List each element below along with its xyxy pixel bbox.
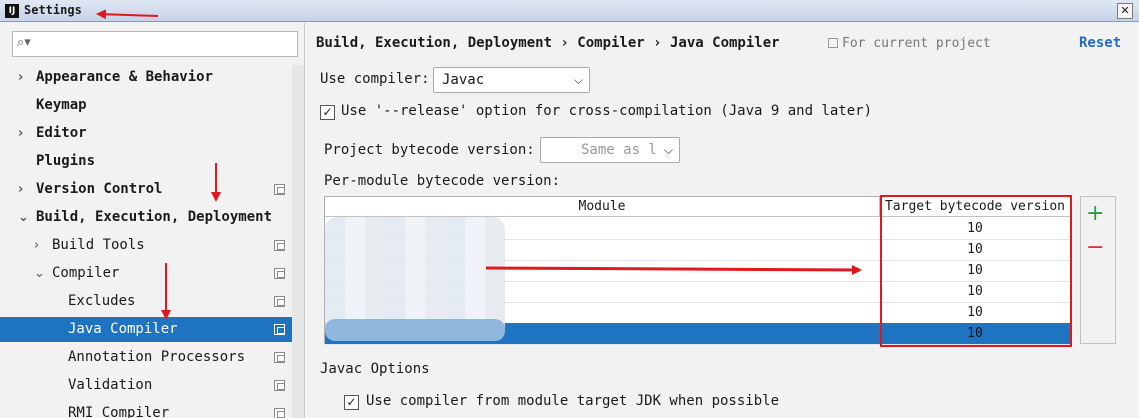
use-compiler-label: Use compiler: — [320, 71, 430, 87]
compiler-select[interactable]: Javac ⌵ — [433, 67, 590, 93]
module-jdk-label: Use compiler from module target JDK when… — [366, 393, 780, 409]
close-button[interactable]: ✕ — [1117, 3, 1133, 19]
window-title: Settings — [24, 3, 82, 17]
remove-module-button[interactable]: − — [1086, 237, 1104, 259]
sidebar-item[interactable]: Excludes — [0, 289, 292, 314]
project-scope-icon — [274, 296, 285, 307]
sidebar-item[interactable]: › Appearance & Behavior — [0, 65, 292, 90]
project-scope-icon — [274, 380, 285, 391]
compiler-select-value: Javac — [442, 72, 485, 88]
chevron-right-icon[interactable]: › — [34, 233, 39, 258]
sidebar-item-label: Java Compiler — [68, 321, 178, 337]
reset-link[interactable]: Reset — [1079, 35, 1121, 51]
sidebar-item-label: Compiler — [52, 265, 120, 281]
project-scope-icon — [274, 352, 285, 363]
chevron-right-icon[interactable]: › — [18, 177, 23, 202]
chevron-down-icon: ⌵ — [663, 143, 673, 157]
sidebar-item-label: Validation — [68, 377, 153, 393]
project-bytecode-value: Same as l — [581, 142, 657, 158]
chevron-right-icon[interactable]: › — [18, 121, 23, 146]
sidebar-item-label: Annotation Processors — [68, 349, 246, 365]
sidebar-item-label: RMI Compiler — [68, 405, 170, 418]
project-bytecode-label: Project bytecode version: — [324, 142, 535, 158]
title-bar: IJ Settings ✕ — [0, 0, 1139, 22]
project-scope-icon — [274, 240, 285, 251]
sidebar-scrollbar[interactable] — [292, 65, 304, 418]
project-scope-icon — [274, 324, 285, 335]
project-scope-icon — [274, 184, 285, 195]
sidebar-item[interactable]: Keymap — [0, 93, 292, 118]
settings-sidebar: ⌕▾ › Appearance & Behavior Keymap › Editor Pl… — [0, 23, 305, 418]
sidebar-item-label: Build, Execution, Deployment — [36, 209, 273, 225]
project-scope-icon — [828, 38, 838, 48]
chevron-down-icon: ⌵ — [573, 73, 583, 87]
sidebar-item[interactable]: ⌄ Build, Execution, Deployment — [0, 205, 292, 230]
sidebar-item[interactable]: Plugins — [0, 149, 292, 174]
breadcrumb: Build, Execution, Deployment › Compiler … — [316, 35, 780, 51]
annotation-highlight-box — [880, 195, 1072, 347]
sidebar-item-label: Appearance & Behavior — [36, 69, 214, 85]
chevron-right-icon[interactable]: › — [18, 65, 23, 90]
intellij-app-icon: IJ — [5, 4, 19, 18]
sidebar-item[interactable]: › Build Tools — [0, 233, 292, 258]
sidebar-item-label: Build Tools — [52, 237, 145, 253]
scope-label: For current project — [828, 36, 991, 51]
sidebar-item[interactable]: Java Compiler — [0, 317, 292, 342]
sidebar-item-label: Keymap — [36, 97, 87, 113]
add-module-button[interactable]: + — [1086, 203, 1104, 225]
project-bytecode-select[interactable]: Same as l ⌵ — [540, 137, 680, 163]
javac-options-heading: Javac Options — [320, 361, 430, 377]
sidebar-item-label: Version Control — [36, 181, 163, 197]
sidebar-item-label: Plugins — [36, 153, 96, 169]
module-column-header[interactable]: Module — [325, 197, 879, 217]
sidebar-item[interactable]: › Version Control — [0, 177, 292, 202]
sidebar-item[interactable]: RMI Compiler — [0, 401, 292, 418]
blurred-selected-module — [325, 319, 505, 341]
release-option-checkbox[interactable]: ✓ — [320, 105, 335, 120]
sidebar-item-label: Editor — [36, 125, 87, 141]
search-icon: ⌕▾ — [17, 35, 31, 50]
sidebar-item[interactable]: ⌄ Compiler — [0, 261, 292, 286]
chevron-down-icon[interactable]: ⌄ — [18, 205, 29, 230]
project-scope-icon — [274, 268, 285, 279]
search-input[interactable]: ⌕▾ — [12, 31, 298, 57]
scope-text: For current project — [842, 36, 991, 51]
sidebar-item[interactable]: › Editor — [0, 121, 292, 146]
sidebar-item[interactable]: Annotation Processors — [0, 345, 292, 370]
module-jdk-checkbox[interactable]: ✓ — [344, 395, 359, 410]
release-option-label: Use '--release' option for cross-compila… — [341, 103, 873, 119]
sidebar-item-label: Excludes — [68, 293, 136, 309]
chevron-down-icon[interactable]: ⌄ — [34, 261, 45, 286]
sidebar-item[interactable]: Validation — [0, 373, 292, 398]
per-module-label: Per-module bytecode version: — [324, 173, 561, 189]
project-scope-icon — [274, 408, 285, 418]
